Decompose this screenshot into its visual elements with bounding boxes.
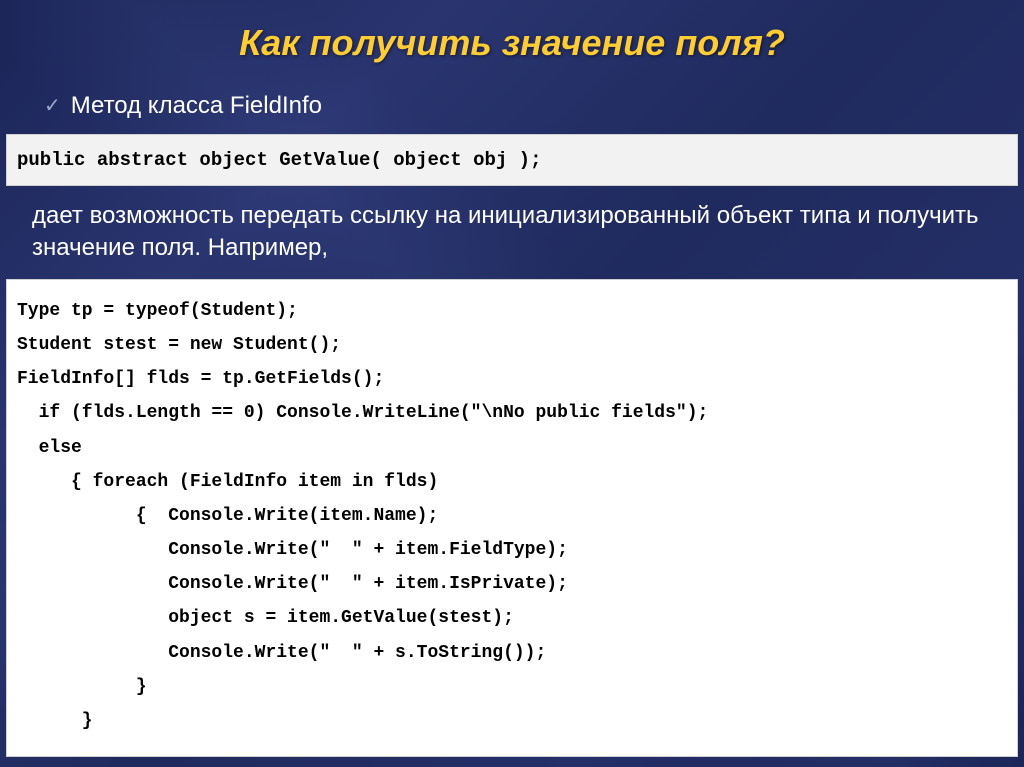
- bullet-text: Метод класса FieldInfo: [71, 92, 322, 120]
- slide-title: Как получить значение поля?: [0, 0, 1024, 92]
- check-icon: ✓: [44, 96, 61, 116]
- code-signature-box: public abstract object GetValue( object …: [6, 134, 1018, 186]
- bullet-row: ✓ Метод класса FieldInfo: [0, 92, 1024, 120]
- slide-container: Как получить значение поля? ✓ Метод клас…: [0, 0, 1024, 767]
- description-text: дает возможность передать ссылку на иниц…: [0, 200, 1024, 279]
- code-example-box: Type tp = typeof(Student); Student stest…: [6, 279, 1018, 757]
